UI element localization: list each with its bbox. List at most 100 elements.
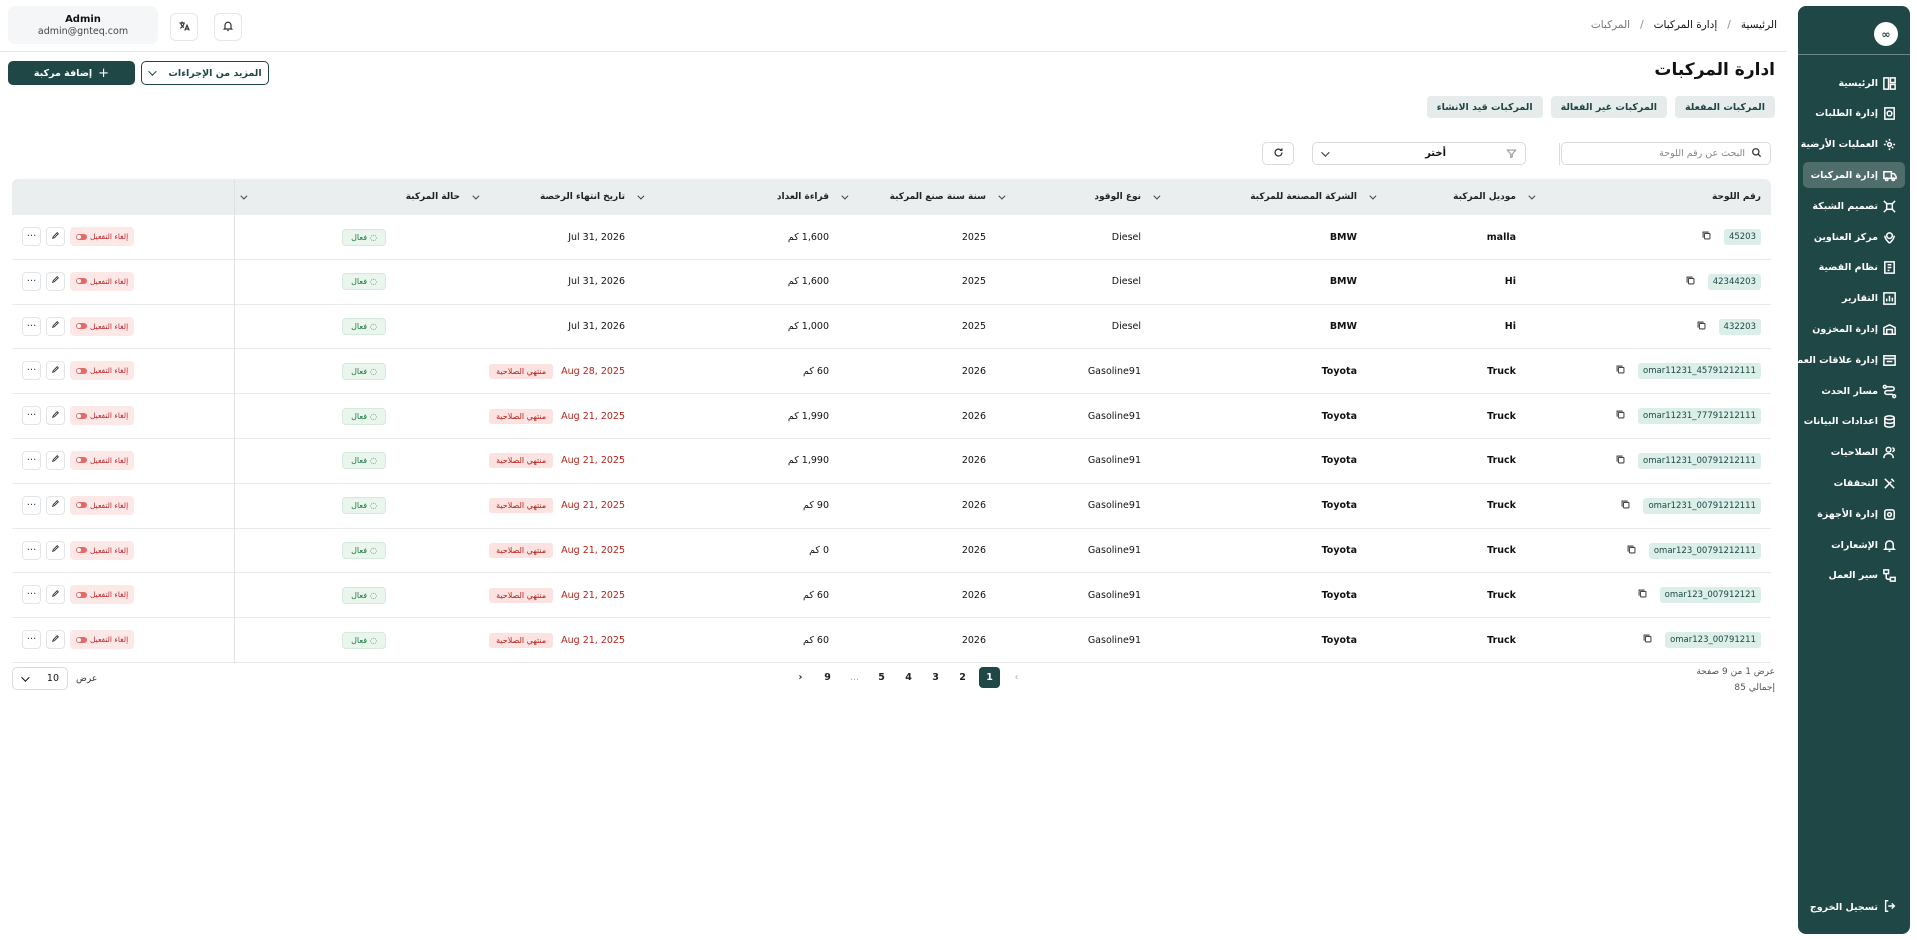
column-header[interactable]: سنة سنة صنع المركبة <box>841 179 986 215</box>
toggle-icon <box>76 457 87 464</box>
user-menu[interactable]: Admin admin@gnteq.com <box>8 6 158 44</box>
sidebar-item-database[interactable]: اعدادات البيانات <box>1803 409 1905 435</box>
page-button-4[interactable]: 4 <box>898 667 919 688</box>
page-button-1[interactable]: 1 <box>979 667 1000 688</box>
sidebar-item-inventory[interactable]: إدارة المخزون <box>1803 316 1905 342</box>
page-button-5[interactable]: 5 <box>871 667 892 688</box>
column-header[interactable]: تاريخ انتهاء الرخصة <box>472 179 625 215</box>
sidebar-item-orders[interactable]: إدارة الطلبات <box>1803 101 1905 127</box>
sidebar-item-workflow[interactable]: سير العمل <box>1803 563 1905 589</box>
deactivate-button[interactable]: إلغاء التفعيل <box>70 585 135 605</box>
copy-icon[interactable] <box>1696 320 1707 334</box>
tab-active-vehicles[interactable]: المركبات المفعلة <box>1675 96 1775 118</box>
column-header[interactable]: قراءة العداد <box>637 179 829 215</box>
filter-select[interactable]: أختر <box>1312 142 1526 165</box>
deactivate-button[interactable]: إلغاء التفعيل <box>70 495 135 515</box>
table-row[interactable]: 45203 malla BMW Diesel 2025 1,600 كم Jul 31, 2… <box>12 215 1771 260</box>
page-button-9[interactable]: 9 <box>817 667 838 688</box>
edit-button[interactable] <box>46 316 65 336</box>
more-button[interactable]: ··· <box>22 271 41 291</box>
table-row[interactable]: omar1231_00791212111 Truck Toyota Gasoline9… <box>12 484 1771 529</box>
more-button[interactable]: ··· <box>22 585 41 605</box>
add-vehicle-button[interactable]: إضافة مركبة + <box>8 61 135 85</box>
edit-button[interactable] <box>46 540 65 560</box>
sidebar-item-network[interactable]: تصميم الشبكة <box>1803 193 1905 219</box>
edit-button[interactable] <box>46 227 65 246</box>
next-page-button[interactable]: › <box>790 667 811 688</box>
more-button[interactable]: ··· <box>22 540 41 560</box>
sidebar-item-bell[interactable]: الإشعارات <box>1803 532 1905 558</box>
table-row[interactable]: omar123_007912121 Truck Toyota Gasoline91 20… <box>12 573 1771 619</box>
deactivate-button[interactable]: إلغاء التفعيل <box>70 316 135 336</box>
plate-search[interactable]: البحث عن رقم اللوحة <box>1561 142 1771 165</box>
column-header[interactable]: رقم اللوحة <box>1528 179 1761 215</box>
copy-icon[interactable] <box>1685 275 1696 289</box>
table-row[interactable]: omar11231_77791212111 Truck Toyota Gasoline… <box>12 394 1771 439</box>
table-row[interactable]: 42344203 Hi BMW Diesel 2025 1,600 كم Jul 31, 2… <box>12 260 1771 305</box>
page-size-select[interactable]: 10 <box>12 667 68 690</box>
edit-button[interactable] <box>46 585 65 605</box>
column-header[interactable]: نوع الوقود <box>998 179 1141 215</box>
sidebar-item-reports[interactable]: التقارير <box>1803 286 1905 312</box>
edit-button[interactable] <box>46 630 65 650</box>
copy-icon[interactable] <box>1642 633 1653 647</box>
sidebar-item-users[interactable]: الصلاحيات <box>1803 440 1905 466</box>
logout-button[interactable]: تسجيل الخروج <box>1803 894 1905 920</box>
column-header[interactable]: الشركة المصنعة للمركبة <box>1153 179 1357 215</box>
table-row[interactable]: 432203 Hi BMW Diesel 2025 1,000 كم Jul 31, 202… <box>12 305 1771 350</box>
more-button[interactable]: ··· <box>22 630 41 650</box>
copy-icon[interactable] <box>1620 499 1631 513</box>
notifications-button[interactable] <box>214 13 242 41</box>
deactivate-button[interactable]: إلغاء التفعيل <box>70 406 135 426</box>
sidebar-item-dashboard[interactable]: الرئيسية <box>1803 70 1905 96</box>
sidebar-item-case[interactable]: نظام القضية <box>1803 255 1905 281</box>
page-button-2[interactable]: 2 <box>952 667 973 688</box>
deactivate-button[interactable]: إلغاء التفعيل <box>70 540 135 560</box>
column-header[interactable]: موديل المركبة <box>1369 179 1516 215</box>
deactivate-button[interactable]: إلغاء التفعيل <box>70 450 135 470</box>
edit-button[interactable] <box>46 271 65 291</box>
table-row[interactable]: omar11231_45791212111 Truck Toyota Gasoline… <box>12 349 1771 395</box>
sidebar-item-crm[interactable]: إدارة علاقات العملاء <box>1785 347 1905 373</box>
language-button[interactable] <box>170 13 198 41</box>
breadcrumb-vehicle-management[interactable]: إدارة المركبات <box>1654 19 1718 31</box>
copy-icon[interactable] <box>1615 409 1626 423</box>
edit-button[interactable] <box>46 361 65 381</box>
tab-inactive-vehicles[interactable]: المركبات غير الفعالة <box>1550 96 1668 118</box>
sidebar-item-vehicle[interactable]: إدارة المركبات <box>1803 162 1905 189</box>
sidebar-item-route[interactable]: مسار الحدث <box>1803 378 1905 404</box>
sidebar-item-location[interactable]: مركز العناوين <box>1803 224 1905 250</box>
logo-icon[interactable]: ∞ <box>1874 22 1898 46</box>
edit-button[interactable] <box>46 406 65 426</box>
deactivate-button[interactable]: إلغاء التفعيل <box>70 227 135 246</box>
more-button[interactable]: ··· <box>22 316 41 336</box>
deactivate-button[interactable]: إلغاء التفعيل <box>70 271 135 291</box>
more-button[interactable]: ··· <box>22 495 41 515</box>
more-button[interactable]: ··· <box>22 450 41 470</box>
tab-pending-vehicles[interactable]: المركبات قيد الانشاء <box>1426 96 1543 118</box>
sidebar-item-tools[interactable]: التحققات <box>1803 470 1905 496</box>
more-button[interactable]: ··· <box>22 406 41 426</box>
sidebar-item-operations[interactable]: العمليات الأرضية <box>1801 132 1905 158</box>
prev-page-button[interactable]: ‹ <box>1006 667 1027 688</box>
copy-icon[interactable] <box>1615 454 1626 468</box>
edit-button[interactable] <box>46 495 65 515</box>
table-row[interactable]: omar11231_00791212111 Truck Toyota Gasoline… <box>12 439 1771 484</box>
edit-button[interactable] <box>46 450 65 470</box>
deactivate-button[interactable]: إلغاء التفعيل <box>70 630 135 650</box>
copy-icon[interactable] <box>1626 544 1637 558</box>
breadcrumb-home[interactable]: الرئيسية <box>1741 19 1777 31</box>
page-button-3[interactable]: 3 <box>925 667 946 688</box>
copy-icon[interactable] <box>1701 230 1712 244</box>
more-actions-button[interactable]: المزيد من الإجراءات <box>141 61 269 85</box>
more-button[interactable]: ··· <box>22 361 41 381</box>
copy-icon[interactable] <box>1615 364 1626 378</box>
sidebar-item-device[interactable]: إدارة الأجهزة <box>1803 501 1905 527</box>
deactivate-button[interactable]: إلغاء التفعيل <box>70 361 135 381</box>
table-row[interactable]: omar123_00791212111 Truck Toyota Gasoline91… <box>12 529 1771 574</box>
table-row[interactable]: omar123_00791211 Truck Toyota Gasoline91 202… <box>12 618 1771 663</box>
column-header[interactable]: حالة المركبة <box>240 179 460 215</box>
more-button[interactable]: ··· <box>22 227 41 246</box>
copy-icon[interactable] <box>1637 588 1648 602</box>
refresh-button[interactable] <box>1262 142 1294 165</box>
